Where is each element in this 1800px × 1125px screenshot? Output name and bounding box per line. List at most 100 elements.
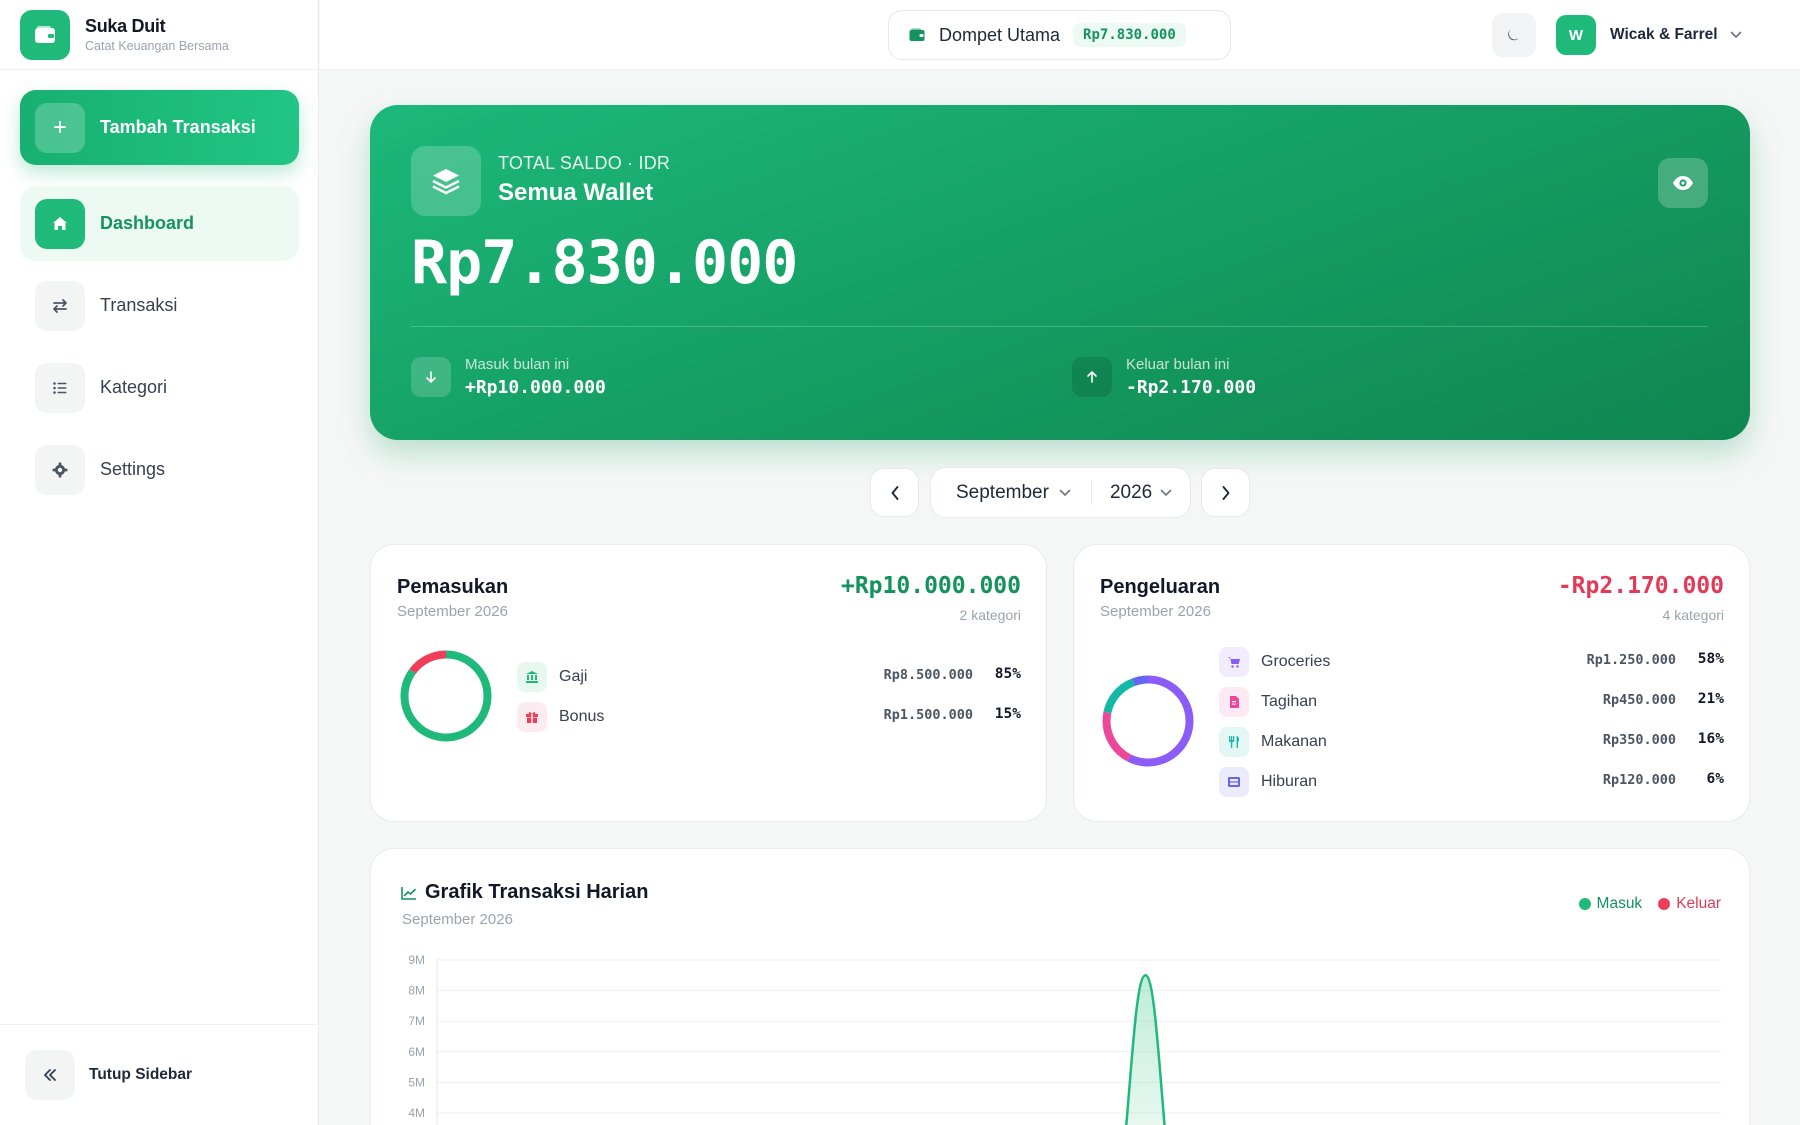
chevron-left-icon [891,485,898,500]
month-select[interactable]: September [956,482,1071,504]
arrow-up-icon [1072,357,1112,397]
expense-category-row[interactable]: Tagihan [1219,687,1317,717]
income-category-count: 2 kategori [959,607,1021,623]
category-percent: 58% [1697,651,1724,667]
double-chevron-left-icon [44,1069,56,1081]
next-month-button[interactable] [1201,468,1250,517]
expense-card-subtitle: September 2026 [1100,603,1211,620]
avatar: W [1556,15,1596,55]
category-name: Groceries [1261,653,1331,670]
expense-donut-chart [1102,675,1194,767]
sidebar-footer: Tutup Sidebar [0,1024,319,1125]
income-category-row[interactable]: Gaji [517,662,587,692]
moon-icon [1508,29,1519,41]
add-transaction-label: Tambah Transaksi [100,117,256,137]
expense-month-summary: Keluar bulan ini -Rp2.170.000 [1072,356,1256,398]
sidebar: Suka Duit Catat Keuangan Bersama + Tamba… [0,0,319,1125]
income-card-subtitle: September 2026 [397,603,508,620]
sidebar-item-kategori[interactable]: Kategori [20,350,299,425]
divider [1090,480,1092,505]
wallet-icon [909,28,925,41]
category-name: Tagihan [1261,693,1318,710]
category-percent: 6% [1706,771,1724,787]
y-tick-label: 6M [408,1045,425,1059]
utensils-icon [1219,727,1249,757]
expense-caption: Keluar bulan ini [1126,356,1230,373]
cart-icon [1219,647,1249,677]
collapse-sidebar-label[interactable]: Tutup Sidebar [89,1066,192,1084]
home-icon [35,198,85,249]
expense-category-row[interactable]: Groceries [1219,647,1330,677]
brand-title: Suka Duit [85,16,166,36]
total-balance-value: Rp7.830.000 [411,228,798,298]
y-tick-label: 5M [408,1075,425,1089]
income-value: +Rp10.000.000 [465,377,606,398]
category-amount: Rp450.000 [1602,692,1676,708]
arrow-down-icon [411,357,451,397]
eye-icon [1673,176,1693,190]
swap-icon [35,280,85,331]
wallet-name: Dompet Utama [939,24,1061,45]
sidebar-item-label: Kategori [100,377,168,397]
y-tick-label: 4M [408,1106,425,1120]
year-value: 2026 [1109,481,1153,503]
wallet-logo-icon [20,9,70,60]
category-amount: Rp8.500.000 [883,667,973,683]
y-tick-label: 8M [408,984,425,998]
category-amount: Rp120.000 [1602,772,1676,788]
balance-caption: TOTAL SALDO · IDR [498,153,671,173]
expense-category-row[interactable]: Makanan [1219,727,1327,757]
brand-subtitle: Catat Keuangan Bersama [85,39,229,53]
chevron-right-icon [1222,485,1229,500]
category-name: Hiburan [1261,773,1318,790]
collapse-sidebar-button[interactable] [25,1050,75,1100]
expense-card: Pengeluaran September 2026 -Rp2.170.000 … [1073,544,1750,822]
category-name: Bonus [559,708,605,725]
sidebar-item-transaksi[interactable]: Transaksi [20,268,299,343]
add-transaction-button[interactable]: + Tambah Transaksi [20,90,299,165]
wallet-selector[interactable]: Dompet Utama Rp7.830.000 [888,10,1231,60]
expense-category-count: 4 kategori [1662,607,1724,623]
income-month-summary: Masuk bulan ini +Rp10.000.000 [411,356,606,398]
wallet-scope-label: Semua Wallet [498,179,654,206]
chevron-down-icon [1059,489,1071,496]
income-card: Pemasukan September 2026 +Rp10.000.000 2… [370,544,1047,822]
category-amount: Rp350.000 [1602,732,1676,748]
category-percent: 15% [994,706,1021,722]
expense-total: -Rp2.170.000 [1557,573,1724,599]
chevron-down-icon [1730,31,1741,39]
year-select[interactable]: 2026 [1110,482,1172,504]
divider [411,326,1708,327]
gift-icon [517,702,547,732]
category-percent: 85% [994,666,1021,682]
brand: Suka Duit Catat Keuangan Bersama [0,0,318,70]
layers-icon [411,146,481,216]
sidebar-item-label: Dashboard [100,213,195,233]
dark-mode-toggle[interactable] [1492,13,1536,57]
bill-icon [1219,687,1249,717]
list-icon [35,362,85,413]
category-amount: Rp1.500.000 [883,707,973,723]
income-category-row[interactable]: Bonus [517,702,604,732]
plus-icon: + [35,102,85,153]
user-name: Wicak & Farrel [1610,26,1718,43]
expense-category-row[interactable]: Hiburan [1219,767,1317,797]
y-tick-label: 9M [408,953,425,967]
bank-icon [517,662,547,692]
toggle-balance-visibility-button[interactable] [1658,158,1708,208]
category-name: Makanan [1261,733,1327,750]
category-percent: 21% [1697,691,1724,707]
category-percent: 16% [1697,731,1724,747]
sidebar-item-label: Settings [100,459,166,479]
sidebar-item-dashboard[interactable]: Dashboard [20,186,299,261]
income-donut-chart [400,650,492,742]
category-amount: Rp1.250.000 [1586,652,1676,668]
film-icon [1219,767,1249,797]
expense-card-title: Pengeluaran [1100,576,1221,598]
sidebar-item-settings[interactable]: Settings [20,432,299,507]
previous-month-button[interactable] [870,468,919,517]
sidebar-item-label: Transaksi [100,295,178,315]
chevron-down-icon [1160,489,1172,496]
wallet-balance-badge: Rp7.830.000 [1073,23,1186,47]
user-menu[interactable]: W Wicak & Farrel [1556,15,1742,55]
